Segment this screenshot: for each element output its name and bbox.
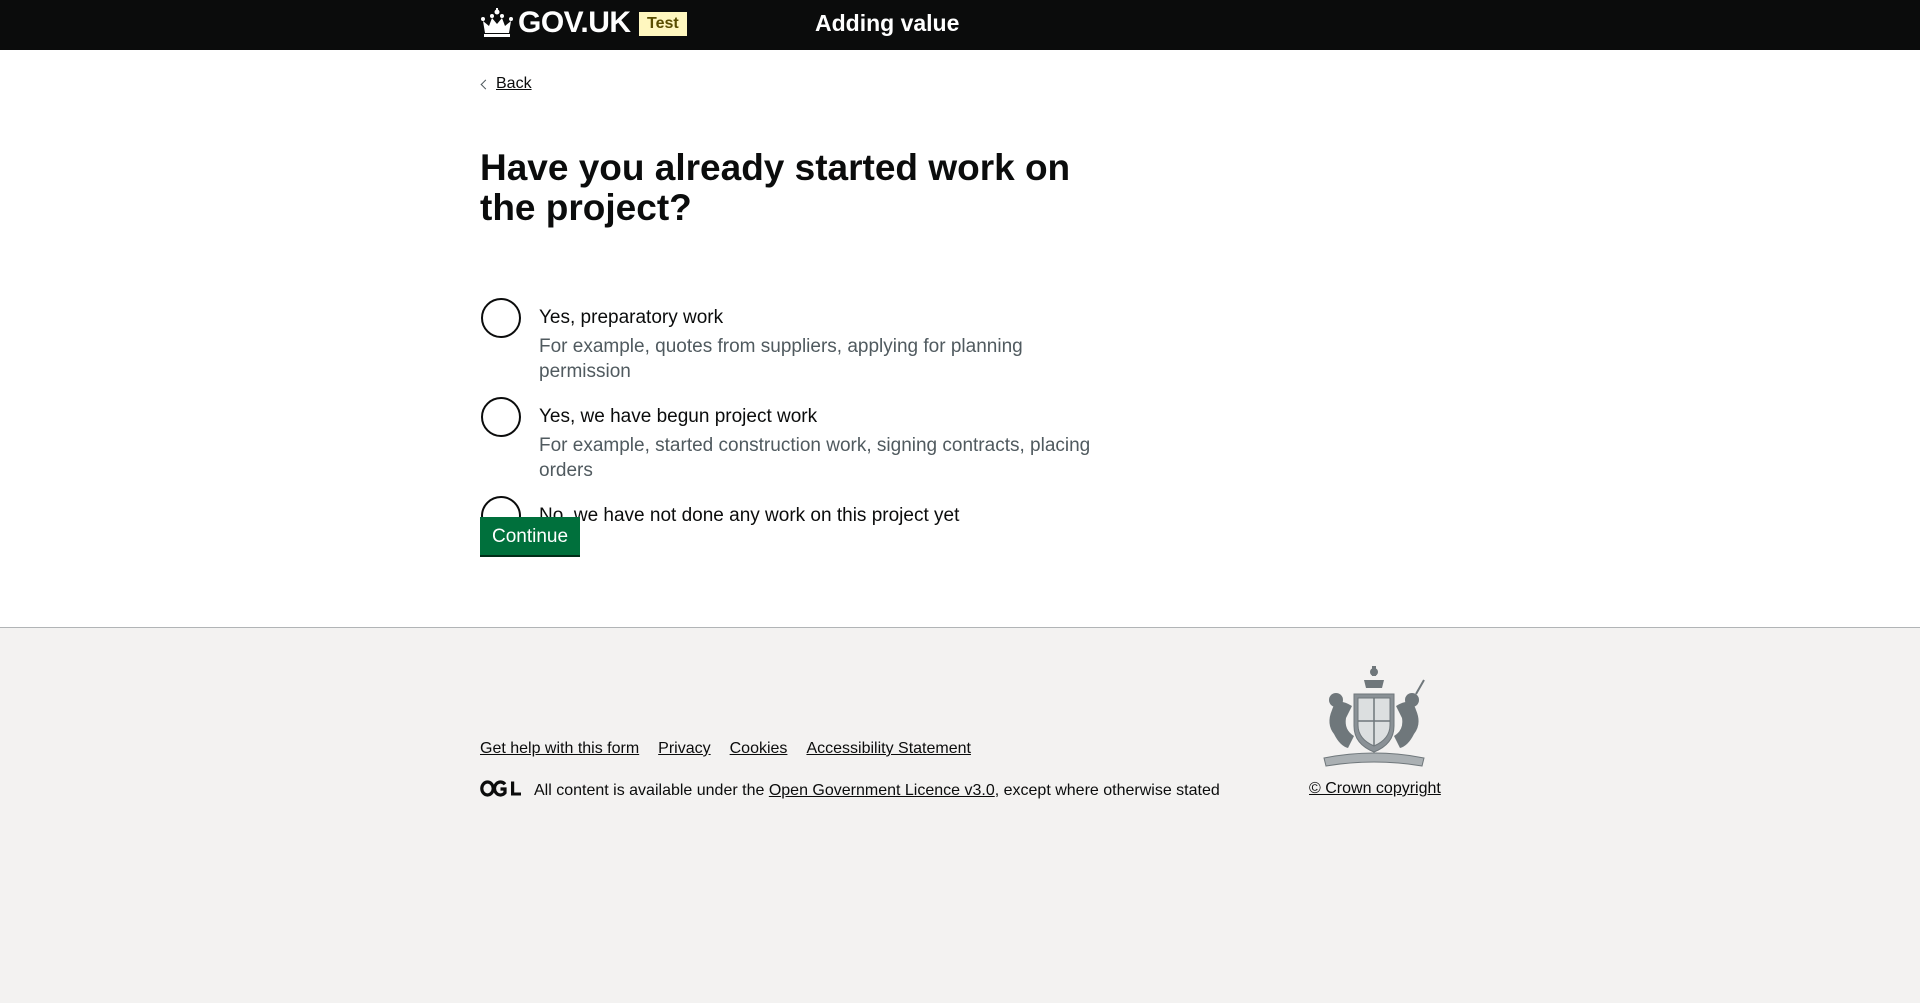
radio-hint: For example, started construction work, … — [539, 435, 1091, 481]
radio-option-begun-project-work[interactable]: Yes, we have begun project work For exam… — [480, 397, 1100, 483]
radio-label[interactable]: Yes, preparatory work — [539, 298, 1100, 330]
footer-link-help[interactable]: Get help with this form — [480, 740, 639, 758]
site-header: GOV.UK Test Adding value — [0, 0, 1920, 50]
service-name-link[interactable]: Adding value — [815, 10, 959, 37]
radio-option-preparatory-work[interactable]: Yes, preparatory work For example, quote… — [480, 298, 1100, 384]
back-link[interactable]: Back — [480, 75, 532, 93]
footer-link-accessibility[interactable]: Accessibility Statement — [806, 740, 971, 758]
licence-suffix: , except where otherwise stated — [994, 782, 1220, 799]
govuk-logo-link[interactable]: GOV.UK — [480, 6, 631, 40]
ogl-logo-icon — [480, 780, 522, 802]
main-content: Back Have you already started work on th… — [0, 50, 1920, 628]
footer-link-cookies[interactable]: Cookies — [730, 740, 788, 758]
royal-crest-icon — [1314, 666, 1434, 775]
footer-link-privacy[interactable]: Privacy — [658, 740, 710, 758]
continue-button[interactable]: Continue — [480, 517, 581, 555]
radio-label[interactable]: No, we have not done any work on this pr… — [539, 496, 1100, 528]
logo-text: GOV.UK — [518, 6, 631, 39]
header-container: GOV.UK Test Adding value — [480, 0, 1440, 50]
back-link-label: Back — [496, 75, 532, 92]
environment-tag: Test — [639, 12, 687, 36]
licence-link[interactable]: Open Government Licence v3.0 — [769, 782, 995, 800]
licence-prefix: All content is available under the — [534, 782, 765, 799]
licence-row: All content is available under the Open … — [480, 780, 1220, 802]
page-title: Have you already started work on the pro… — [480, 147, 1071, 228]
crown-icon — [480, 8, 514, 38]
crown-copyright-link[interactable]: © Crown copyright — [1309, 780, 1441, 798]
radio-hint: For example, quotes from suppliers, appl… — [539, 336, 1023, 382]
footer-links: Get help with this form Privacy Cookies … — [480, 740, 990, 758]
site-footer: Get help with this form Privacy Cookies … — [0, 627, 1920, 1003]
radio-label[interactable]: Yes, we have begun project work — [539, 397, 1100, 429]
back-chevron-icon — [480, 79, 491, 89]
radio-button[interactable] — [481, 298, 521, 338]
radio-button[interactable] — [481, 397, 521, 437]
